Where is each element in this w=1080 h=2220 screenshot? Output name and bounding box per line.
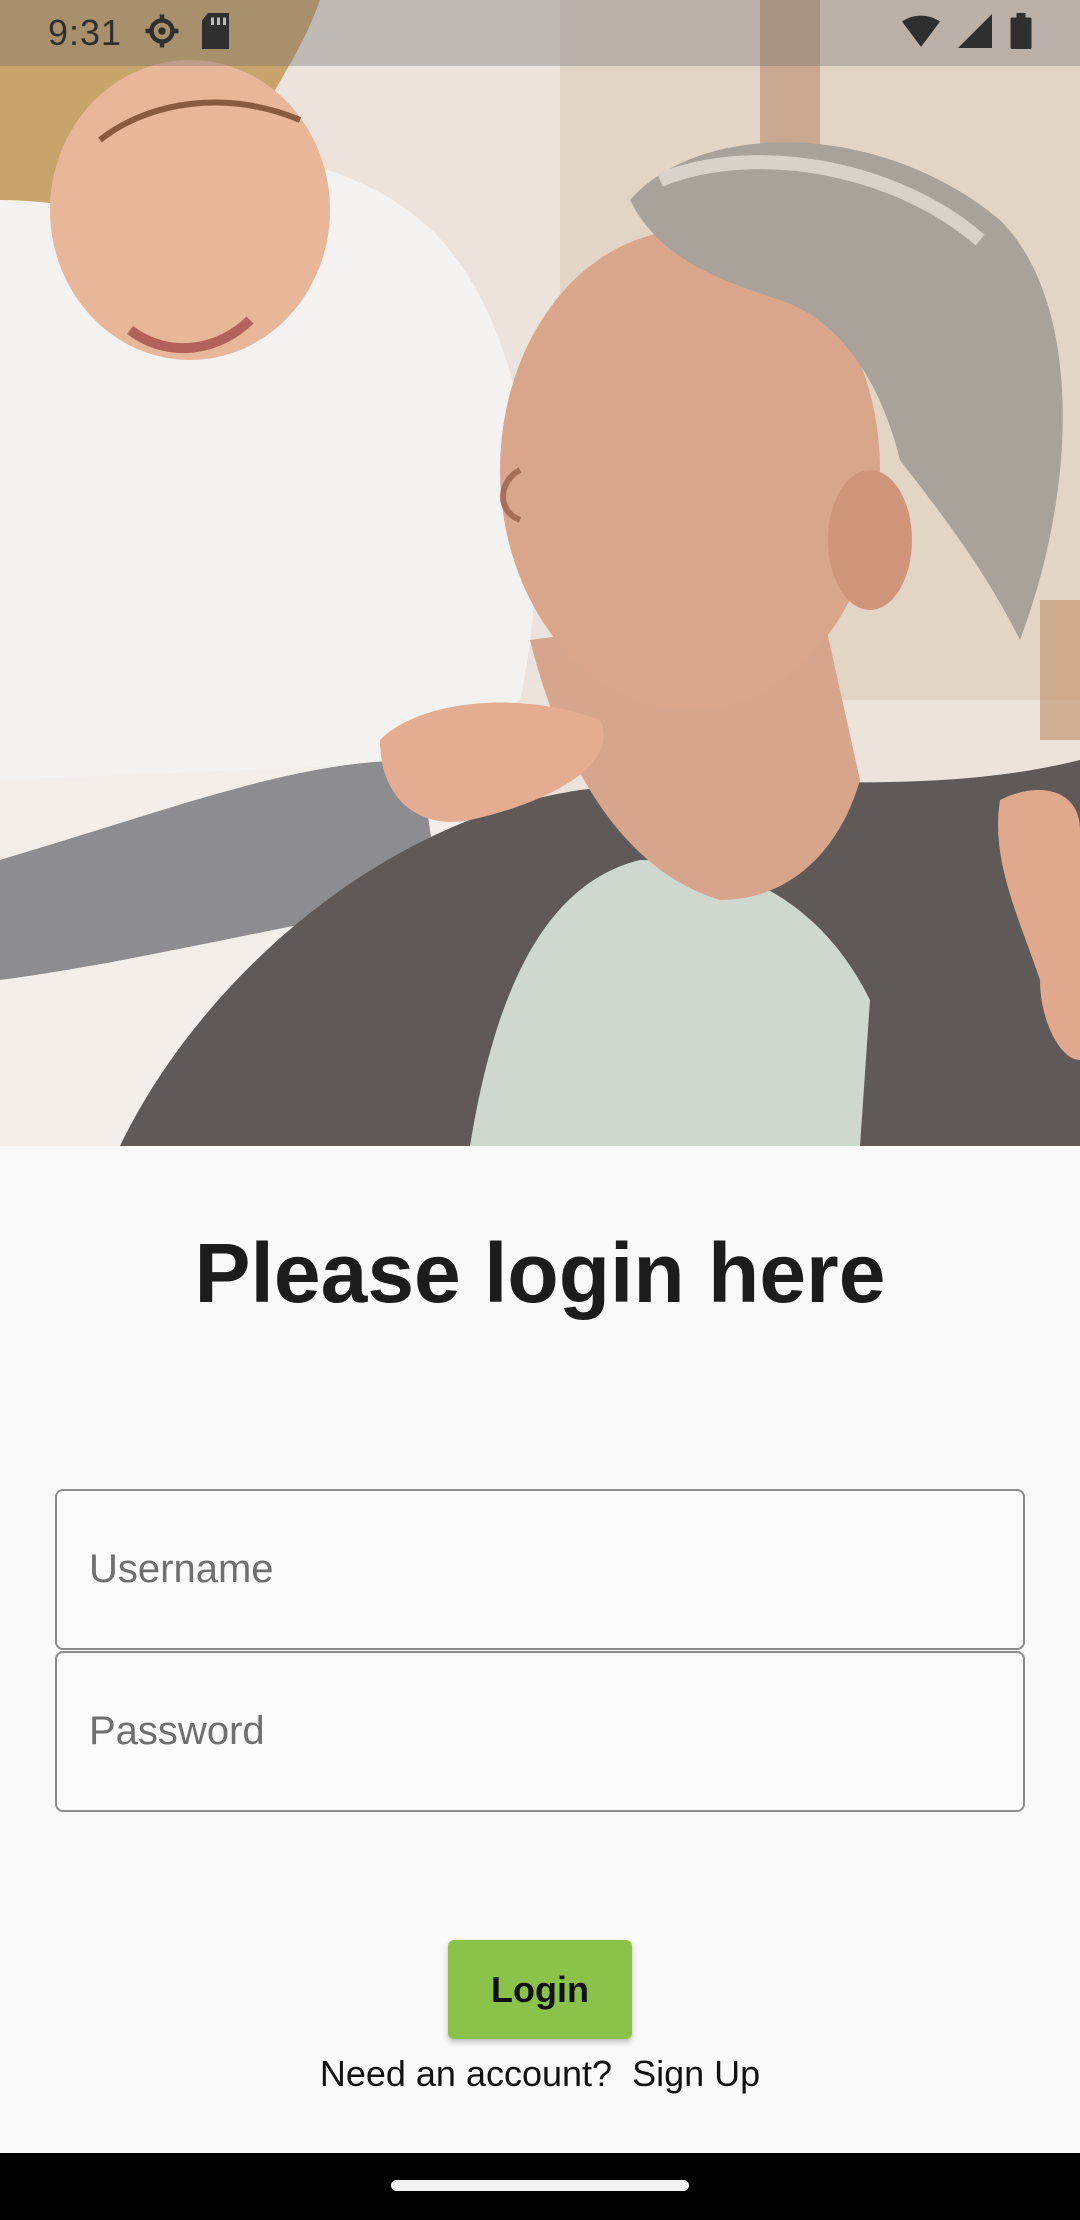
settings-icon xyxy=(144,13,180,54)
hero-image xyxy=(0,0,1080,1146)
need-account-text: Need an account? xyxy=(319,2053,613,2094)
signup-link[interactable]: Sign Up xyxy=(632,2053,760,2095)
wifi-icon xyxy=(902,15,940,52)
page-title: Please login here xyxy=(194,1226,886,1320)
username-input[interactable] xyxy=(57,1491,1023,1648)
status-bar: 9:31 xyxy=(0,0,1080,66)
login-button[interactable]: Login xyxy=(448,1940,632,2039)
signup-row: Need an account? Sign Up xyxy=(0,2053,1080,2095)
login-screen: 9:31 Please login here Login xyxy=(0,0,1080,2220)
username-field-container xyxy=(55,1489,1025,1650)
signal-icon xyxy=(958,13,992,53)
password-field-container xyxy=(55,1651,1025,1812)
battery-icon xyxy=(1010,12,1032,54)
caregiver-photo xyxy=(0,0,1080,1146)
home-gesture-handle[interactable] xyxy=(391,2180,689,2191)
sd-card-icon xyxy=(202,12,232,54)
password-input[interactable] xyxy=(57,1653,1023,1810)
status-time: 9:31 xyxy=(48,12,123,53)
